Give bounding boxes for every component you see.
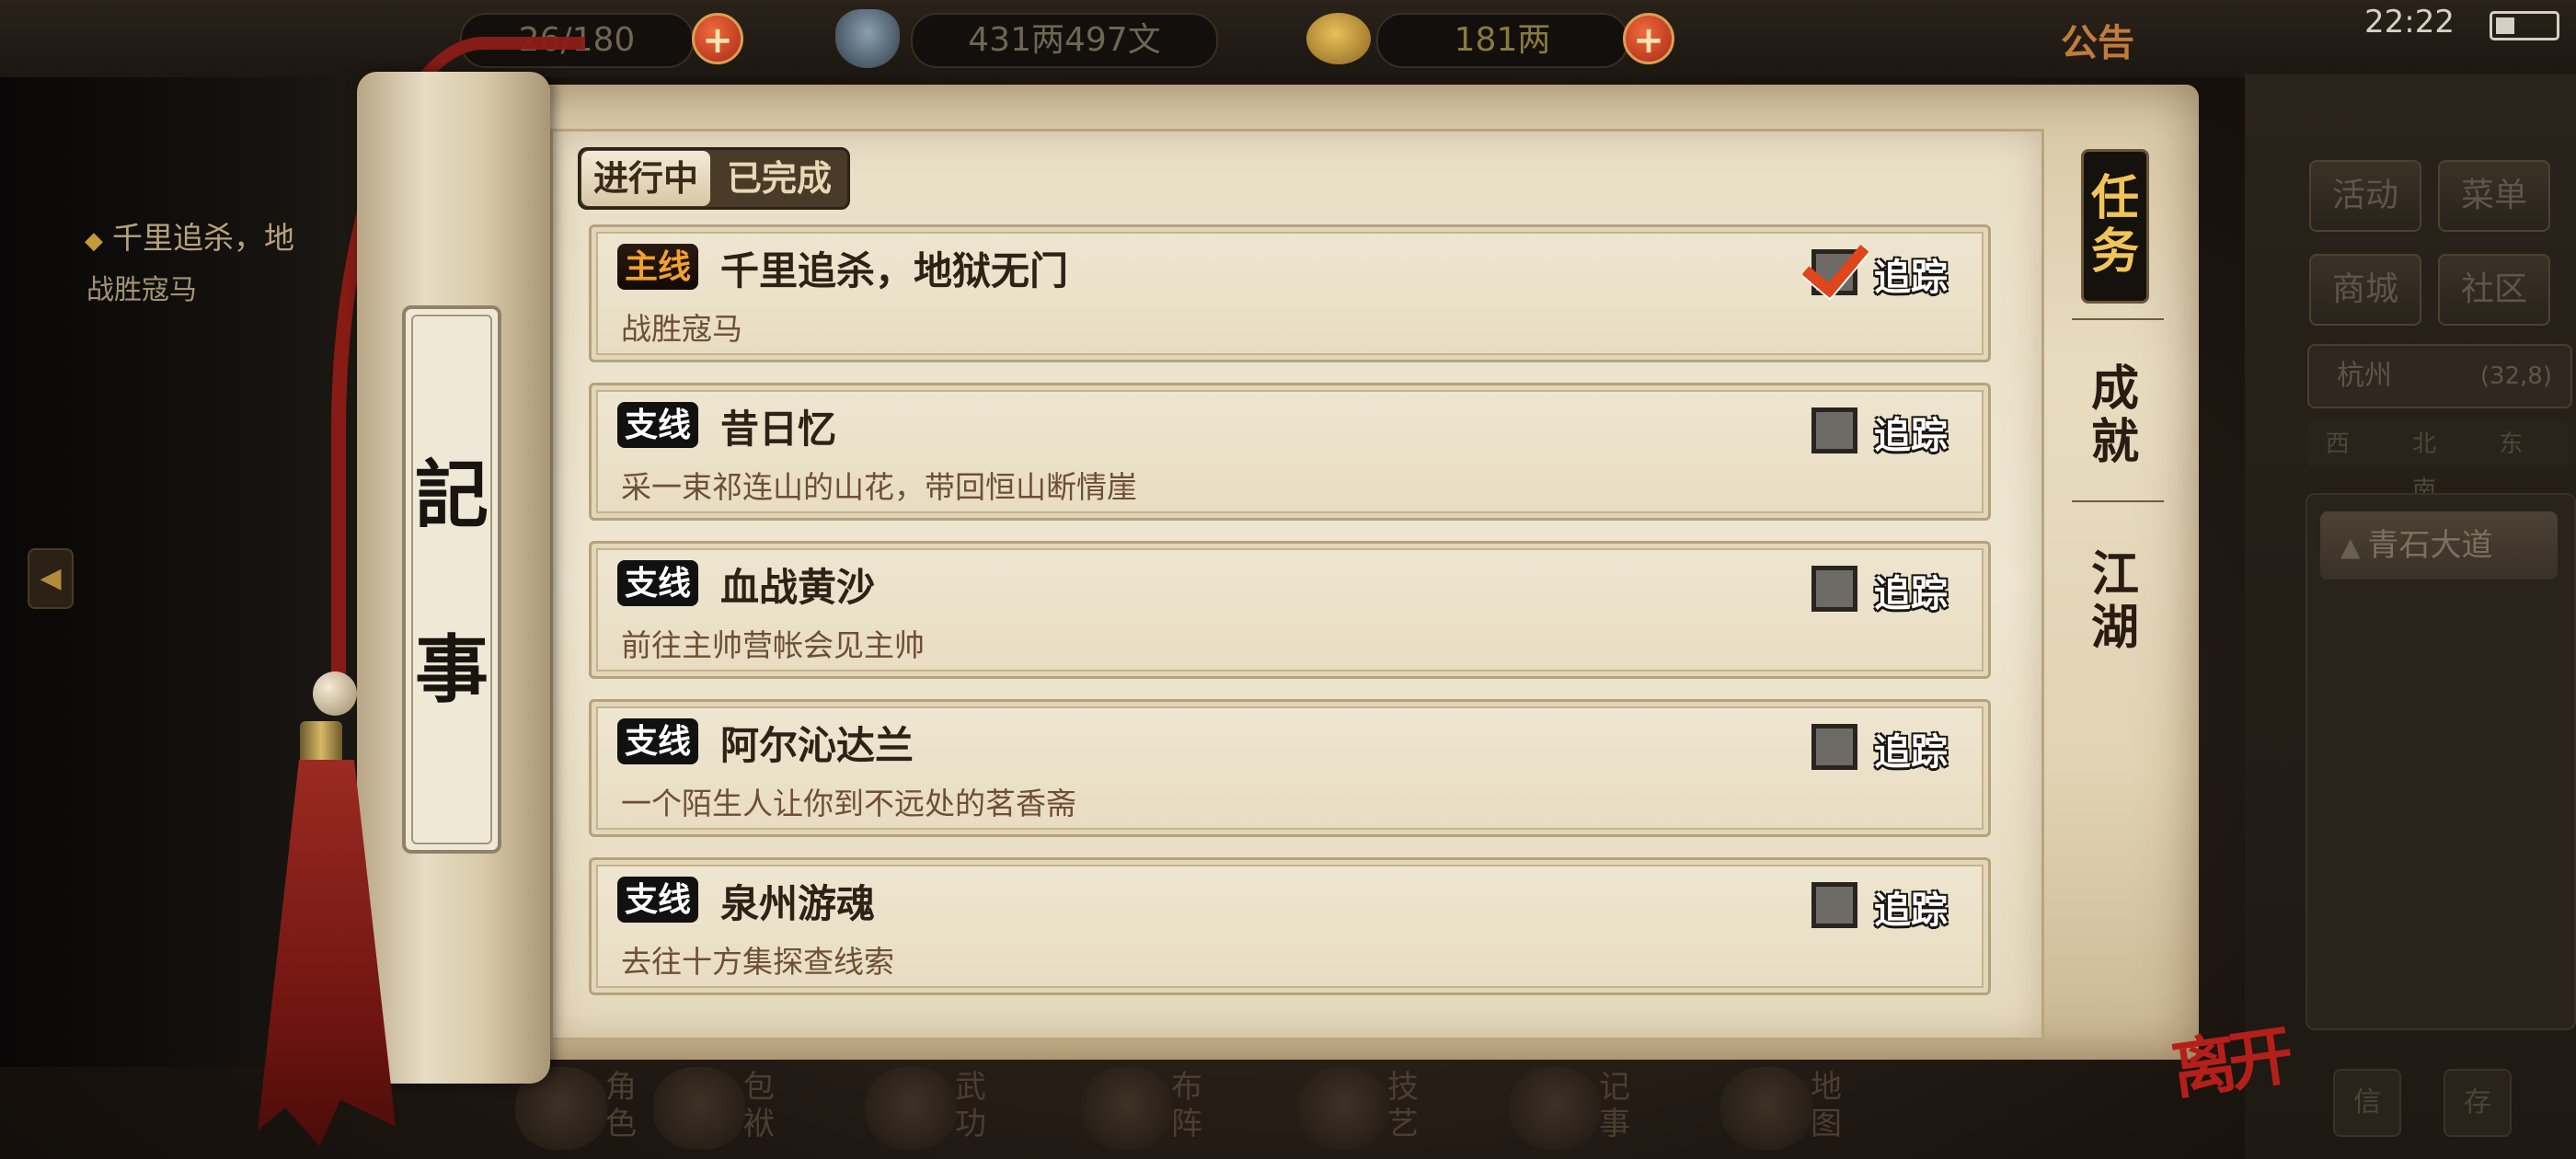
location-box: 杭州 (32,8): [2307, 344, 2572, 408]
nav-skills[interactable]: 技艺: [1279, 1058, 1463, 1159]
roller-char-ji: 記: [415, 452, 489, 538]
quest-type-badge: 主线: [617, 244, 698, 290]
track-toggle[interactable]: 追踪: [1811, 404, 1977, 461]
quest-type-badge: 支线: [617, 877, 698, 923]
up-triangle-icon: ▲: [2340, 532, 2361, 562]
books-icon: [865, 1067, 957, 1150]
track-toggle[interactable]: 追踪: [1811, 878, 1977, 935]
community-button[interactable]: 社区: [2438, 254, 2550, 326]
silver-amount-text: 431两497文: [968, 21, 1161, 59]
track-checkbox[interactable]: [1811, 566, 1857, 612]
quest-type-badge: 支线: [617, 402, 698, 448]
collapse-arrow-icon[interactable]: ◀: [28, 548, 74, 609]
track-checkbox[interactable]: [1811, 407, 1857, 453]
nav-bag-label: 包袱: [743, 1069, 775, 1142]
nav-bag[interactable]: 包袱: [635, 1058, 819, 1159]
shop-button[interactable]: 商城: [2309, 254, 2421, 326]
track-label: 追踪: [1874, 889, 1948, 932]
silver-ingot-icon: [835, 9, 900, 68]
quest-card[interactable]: 支线 昔日忆 采一束祁连山的山花，带回恒山断情崖 追踪: [589, 383, 1991, 521]
quest-desc: 去往十方集探查线索: [621, 944, 894, 980]
add-bag-button[interactable]: +: [692, 13, 743, 64]
menu-button[interactable]: 菜单: [2438, 160, 2550, 232]
diamond-bullet-icon: ◆: [85, 227, 103, 255]
quest-card[interactable]: 主线 千里追杀，地狱无门 战胜寇马 追踪: [589, 224, 1991, 362]
quest-card[interactable]: 支线 血战黄沙 前往主帅营帐会见主帅 追踪: [589, 541, 1991, 679]
place-item[interactable]: ▲ 青石大道: [2320, 511, 2558, 580]
quest-card[interactable]: 支线 阿尔沁达兰 一个陌生人让你到不远处的茗香斋 追踪: [589, 699, 1991, 837]
roller-plate-border: [411, 315, 492, 844]
side-tab-achievements[interactable]: 成就: [2081, 362, 2149, 469]
track-label: 追踪: [1874, 573, 1948, 615]
side-tab-tasks-label: 任务: [2090, 170, 2139, 280]
tab-completed[interactable]: 已完成: [714, 151, 845, 206]
divider: [2072, 318, 2164, 320]
tassel-cap: [300, 721, 342, 763]
nav-skills-label: 技艺: [1387, 1069, 1419, 1142]
side-tab-tasks[interactable]: 任务: [2081, 149, 2149, 304]
quest-title: 千里追杀，地狱无门: [720, 248, 1069, 293]
quest-desc: 战胜寇马: [621, 311, 742, 347]
battery-icon: [2490, 11, 2559, 40]
activity-button[interactable]: 活动: [2309, 160, 2421, 232]
quest-title: 阿尔沁达兰: [720, 723, 914, 768]
track-checkbox[interactable]: [1811, 724, 1857, 770]
tab-in-progress[interactable]: 进行中: [581, 151, 710, 206]
nav-map[interactable]: 地图: [1702, 1058, 1886, 1159]
quest-card[interactable]: 支线 泉州游魂 去往十方集探查线索 追踪: [589, 857, 1991, 995]
gold-amount: 181两: [1376, 13, 1628, 68]
side-tab-jianghu-label: 江湖: [2090, 546, 2139, 656]
journal-icon: [1509, 1067, 1601, 1150]
clock: 22:22: [2364, 4, 2455, 40]
nav-martial-label: 武功: [955, 1069, 986, 1142]
silver-amount: 431两497文: [911, 13, 1218, 68]
tracked-quest-desc: 战胜寇马: [86, 274, 197, 306]
track-checkbox[interactable]: [1811, 882, 1857, 928]
divider: [2072, 500, 2164, 502]
location-name: 杭州: [2337, 360, 2392, 392]
mail-button[interactable]: 信: [2333, 1069, 2401, 1137]
add-gold-button[interactable]: +: [1623, 13, 1674, 64]
quest-title: 血战黄沙: [720, 565, 876, 610]
nav-martial[interactable]: 武功: [846, 1058, 1030, 1159]
quest-title: 泉州游魂: [720, 881, 876, 926]
side-tab-achievements-label: 成就: [2090, 361, 2139, 470]
quest-desc: 前往主帅营帐会见主帅: [621, 627, 925, 663]
nav-journal[interactable]: 记事: [1490, 1058, 1674, 1159]
nav-journal-label: 记事: [1599, 1069, 1630, 1142]
notice-button[interactable]: 公告: [2061, 13, 2134, 66]
roller-char-shi: 事: [415, 626, 489, 713]
map-icon: [1720, 1067, 1812, 1150]
jade-bead: [313, 671, 357, 716]
quest-desc: 一个陌生人让你到不远处的茗香斋: [621, 786, 1076, 821]
quest-type-badge: 支线: [617, 560, 698, 606]
nav-formation-label: 布阵: [1171, 1069, 1202, 1142]
nav-formation[interactable]: 布阵: [1063, 1058, 1247, 1159]
quest-desc: 采一束祁连山的山花，带回恒山断情崖: [621, 469, 1137, 505]
bag-icon: [653, 1067, 745, 1150]
gold-ingot-icon: [1306, 13, 1371, 64]
quest-title: 昔日忆: [720, 407, 837, 452]
side-tab-jianghu[interactable]: 江湖: [2081, 548, 2149, 655]
track-toggle[interactable]: 追踪: [1811, 720, 1977, 777]
skills-icon: [1297, 1067, 1389, 1150]
bottom-nav: 角色 包袱 武功 布阵 技艺 记事 地图: [497, 1058, 2245, 1159]
gold-amount-text: 181两: [1454, 21, 1551, 59]
location-coords: (32,8): [2479, 362, 2552, 390]
nav-map-label: 地图: [1811, 1069, 1842, 1142]
tracked-quest-title-text: 千里追杀，地: [112, 220, 294, 256]
track-toggle[interactable]: 追踪: [1811, 562, 1977, 619]
track-toggle[interactable]: 追踪: [1801, 227, 1977, 303]
track-label: 追踪: [1874, 257, 1948, 299]
direction-row[interactable]: 西 北 东 南: [2307, 421, 2569, 504]
quest-type-badge: 支线: [617, 718, 698, 764]
leave-button[interactable]: 离开: [2166, 1004, 2292, 1112]
tracked-quest-title[interactable]: ◆ 千里追杀，地: [85, 213, 294, 258]
track-label: 追踪: [1874, 415, 1948, 457]
storage-button[interactable]: 存: [2444, 1069, 2512, 1137]
bagua-icon: [1081, 1067, 1173, 1150]
track-label: 追踪: [1874, 731, 1948, 774]
place-item-label: 青石大道: [2367, 527, 2493, 564]
top-resource-bar: 26/180 + 431两497文 181两 + 公告 22:22: [0, 0, 2576, 77]
